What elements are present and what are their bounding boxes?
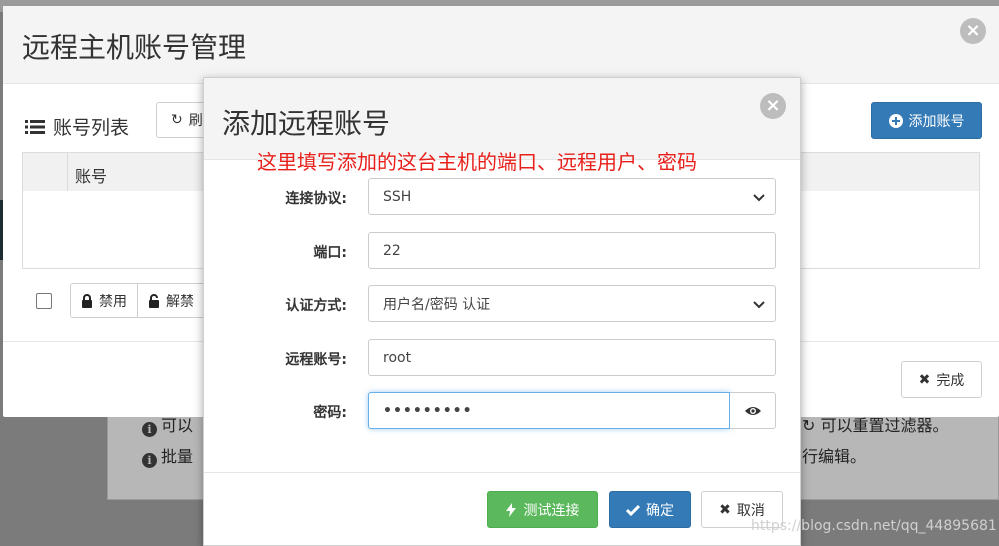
column-separator [67, 153, 68, 193]
hint-1-suffix: 可以重置过滤器。 [820, 416, 949, 435]
cancel-label: 取消 [736, 502, 765, 519]
add-account-label: 添加账号 [908, 113, 965, 130]
info-icon: i [142, 453, 157, 468]
close-icon: ✖ [918, 371, 931, 388]
add-account-button[interactable]: 添加账号 [871, 102, 982, 139]
lock-icon [82, 293, 92, 308]
bolt-icon [505, 502, 516, 517]
watermark-text: https://blog.csdn.net/qq_44895681 [751, 518, 997, 534]
confirm-label: 确定 [646, 502, 674, 519]
list-icon [25, 120, 45, 134]
remote-account-value: root [383, 349, 412, 366]
password-label: 密码: [313, 405, 347, 421]
protocol-value: SSH [383, 188, 412, 205]
remote-account-label: 远程账号: [285, 352, 347, 368]
inner-footer-divider [204, 472, 800, 473]
unlock-icon [149, 293, 159, 308]
close-icon: ✖ [719, 501, 731, 518]
enable-label: 解禁 [166, 293, 194, 310]
confirm-button[interactable]: 确定 [609, 491, 691, 528]
protocol-label: 连接协议: [285, 191, 347, 207]
protocol-select[interactable]: SSH [368, 178, 776, 215]
outer-close-icon[interactable]: × [960, 18, 986, 44]
disable-button[interactable]: 禁用 [71, 284, 138, 317]
password-value: ••••••••• [383, 402, 473, 419]
account-list-heading: 账号列表 [25, 113, 129, 140]
hint-1-prefix: 可以 [161, 416, 194, 435]
add-remote-account-modal: 添加远程账号 × 这里填写添加的这台主机的端口、远程用户、密码 连接协议: SS… [203, 77, 801, 546]
refresh-small-icon: ↻ [802, 416, 816, 435]
auth-method-select[interactable]: 用户名/密码 认证 [368, 285, 776, 322]
background-hint-2-suffix: 行编辑。 [802, 443, 866, 467]
account-list-title: 账号列表 [53, 117, 130, 139]
auth-method-value: 用户名/密码 认证 [383, 296, 491, 313]
inner-close-icon[interactable]: × [760, 93, 786, 119]
test-connection-label: 测试连接 [523, 502, 580, 519]
hint-2-suffix: 行编辑。 [802, 447, 867, 466]
select-all-checkbox[interactable] [36, 293, 52, 309]
check-icon [626, 504, 640, 516]
port-value: 22 [383, 242, 401, 259]
refresh-label: 刷 [188, 113, 203, 129]
password-input[interactable]: ••••••••• [368, 392, 730, 429]
batch-action-group: 禁用 解禁 [70, 283, 225, 318]
inner-modal-title: 添加远程账号 [222, 107, 391, 140]
outer-modal-title: 远程主机账号管理 [22, 31, 247, 64]
refresh-icon: ↻ [171, 112, 183, 128]
eye-icon [744, 406, 761, 415]
port-input[interactable]: 22 [368, 232, 776, 269]
plus-circle-icon [888, 113, 903, 128]
outer-modal-header: 远程主机账号管理 × [3, 6, 999, 84]
test-connection-button[interactable]: 测试连接 [487, 491, 598, 528]
disable-label: 禁用 [99, 293, 127, 310]
background-hint-2: i 批量 [142, 443, 193, 468]
column-account: 账号 [75, 167, 108, 186]
info-icon: i [142, 422, 157, 437]
auth-method-label: 认证方式: [285, 298, 347, 314]
remote-account-input[interactable]: root [368, 339, 776, 376]
port-label: 端口: [313, 245, 347, 261]
hint-2-prefix: 批量 [161, 447, 194, 466]
chevron-down-icon [753, 194, 765, 202]
chevron-down-icon [753, 301, 765, 309]
red-annotation-text: 这里填写添加的这台主机的端口、远程用户、密码 [257, 150, 697, 174]
show-password-toggle[interactable] [730, 392, 776, 429]
done-button[interactable]: ✖ 完成 [901, 361, 982, 398]
done-label: 完成 [936, 372, 965, 389]
